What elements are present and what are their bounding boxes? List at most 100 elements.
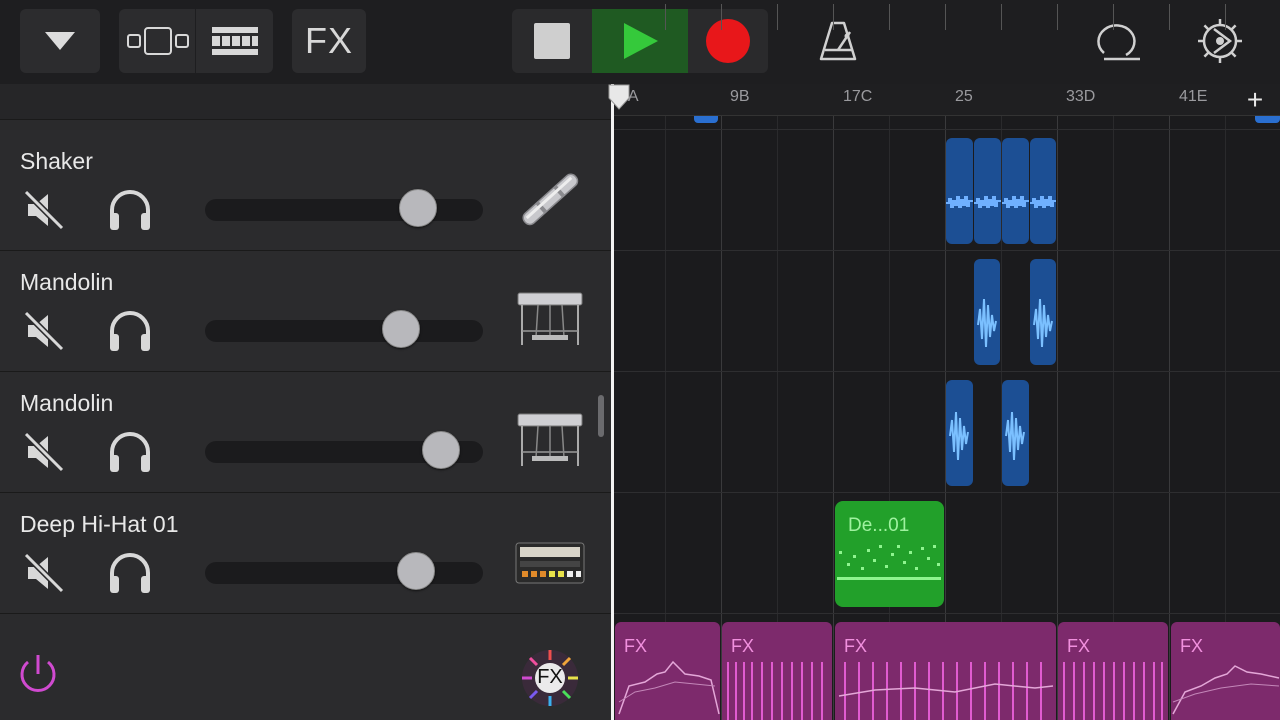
- transport-controls: [512, 9, 768, 73]
- mute-button[interactable]: [22, 188, 66, 232]
- track-list-scrollbar[interactable]: [598, 395, 604, 437]
- waveform: [1033, 298, 1053, 348]
- live-loops-button[interactable]: [196, 9, 273, 73]
- lane-separator: [614, 371, 1280, 372]
- audio-region[interactable]: [974, 138, 1001, 244]
- fx-region[interactable]: FX: [722, 622, 832, 720]
- record-button[interactable]: [688, 9, 768, 73]
- ruler-label-section-b: 9B: [730, 88, 750, 105]
- tracks-menu-button[interactable]: [20, 9, 100, 73]
- mute-button[interactable]: [22, 309, 66, 353]
- gear-icon: [1198, 19, 1242, 63]
- stop-button[interactable]: [512, 9, 592, 73]
- grid-line: [833, 116, 834, 720]
- waveform: [974, 196, 1001, 208]
- playhead-handle[interactable]: [608, 84, 630, 110]
- solo-button[interactable]: [106, 428, 154, 476]
- lane-separator: [614, 492, 1280, 493]
- fx-automation-lines: [1172, 665, 1280, 715]
- ruler-tick: [833, 4, 834, 30]
- volume-slider-knob[interactable]: [422, 431, 460, 469]
- ruler-tick: [1113, 4, 1114, 30]
- stop-icon: [534, 23, 570, 59]
- fx-burst-button[interactable]: FX: [518, 646, 582, 710]
- speaker-muted-icon: [23, 189, 65, 231]
- midi-notes: [837, 545, 941, 580]
- ruler-tick: [721, 4, 722, 30]
- fx-region[interactable]: FX: [835, 622, 1056, 720]
- midi-region[interactable]: De...01: [835, 501, 944, 607]
- drum-machine-icon[interactable]: [514, 531, 586, 593]
- fx-burst-label: FX: [537, 666, 563, 688]
- fx-region[interactable]: FX: [615, 622, 720, 720]
- add-section-button[interactable]: +: [1240, 84, 1270, 116]
- pedal-steel-icon[interactable]: [514, 289, 586, 351]
- fx-region[interactable]: FX: [1171, 622, 1280, 720]
- volume-slider-knob[interactable]: [399, 189, 437, 227]
- waveform: [977, 298, 997, 348]
- track-header-mandolin-1[interactable]: Mandolin: [0, 251, 611, 372]
- ruler-tick: [1169, 4, 1170, 30]
- track-name: Mandolin: [20, 390, 114, 416]
- triangle-down-icon: [45, 32, 75, 50]
- audio-region[interactable]: [974, 259, 1000, 365]
- headphones-icon: [110, 311, 150, 351]
- ruler-tick: [665, 4, 666, 30]
- metronome-icon: [819, 21, 857, 61]
- fx-button[interactable]: FX: [292, 9, 366, 73]
- loop-icon: [1097, 24, 1140, 61]
- grid-line: [1169, 116, 1170, 720]
- tracks-view-button[interactable]: [119, 9, 195, 73]
- fx-region[interactable]: FX: [1058, 622, 1168, 720]
- audio-region[interactable]: [1030, 259, 1056, 365]
- pedal-steel-icon[interactable]: [514, 410, 586, 472]
- partial-region[interactable]: [1255, 116, 1280, 123]
- ruler-label-section-d: 33D: [1066, 88, 1096, 105]
- toolbar: FX: [0, 0, 1280, 84]
- play-button[interactable]: [592, 9, 688, 73]
- lane-separator: [614, 250, 1280, 251]
- track-header-partial: [0, 84, 611, 120]
- solo-button[interactable]: [106, 307, 154, 355]
- fx-power-button[interactable]: [16, 652, 60, 696]
- tracks-view-icon: [127, 27, 189, 55]
- mute-button[interactable]: [22, 551, 66, 595]
- volume-slider-track[interactable]: [205, 199, 483, 221]
- waveform: [949, 411, 969, 461]
- solo-button[interactable]: [106, 186, 154, 234]
- ruler-tick: [945, 4, 946, 30]
- metronome-button[interactable]: [808, 9, 868, 73]
- audio-region[interactable]: [946, 138, 973, 244]
- track-header-mandolin-2[interactable]: Mandolin: [0, 372, 611, 493]
- audio-region[interactable]: [1002, 138, 1029, 244]
- volume-slider-knob[interactable]: [397, 552, 435, 590]
- partial-region[interactable]: [694, 116, 718, 123]
- speaker-muted-icon: [23, 431, 65, 473]
- headphones-icon: [110, 553, 150, 593]
- waveform: [946, 196, 973, 208]
- track-header-shaker[interactable]: Shaker: [0, 130, 611, 251]
- fx-automation-lines: [618, 660, 720, 715]
- mute-button[interactable]: [22, 430, 66, 474]
- audio-region[interactable]: [1030, 138, 1056, 244]
- solo-button[interactable]: [106, 549, 154, 597]
- ruler-tick: [1057, 4, 1058, 30]
- volume-slider-track[interactable]: [205, 562, 483, 584]
- audio-region[interactable]: [1002, 380, 1029, 486]
- view-toggle-group: [119, 9, 273, 73]
- fx-stripes: [727, 662, 823, 720]
- volume-slider-knob[interactable]: [382, 310, 420, 348]
- audio-region[interactable]: [946, 380, 973, 486]
- ruler-tick: [1225, 4, 1226, 30]
- playhead-line[interactable]: [611, 84, 614, 720]
- lane-separator: [614, 613, 1280, 614]
- loop-browser-button[interactable]: [1090, 9, 1150, 73]
- live-loops-grid-icon: [211, 27, 258, 55]
- ruler-tick: [777, 4, 778, 30]
- shaker-icon[interactable]: [514, 168, 586, 230]
- track-header-deep-hi-hat[interactable]: Deep Hi-Hat 01: [0, 493, 611, 614]
- ruler-tick: [1001, 4, 1002, 30]
- settings-button[interactable]: [1190, 9, 1250, 73]
- volume-slider-track[interactable]: [205, 320, 483, 342]
- track-name: Deep Hi-Hat 01: [20, 511, 179, 537]
